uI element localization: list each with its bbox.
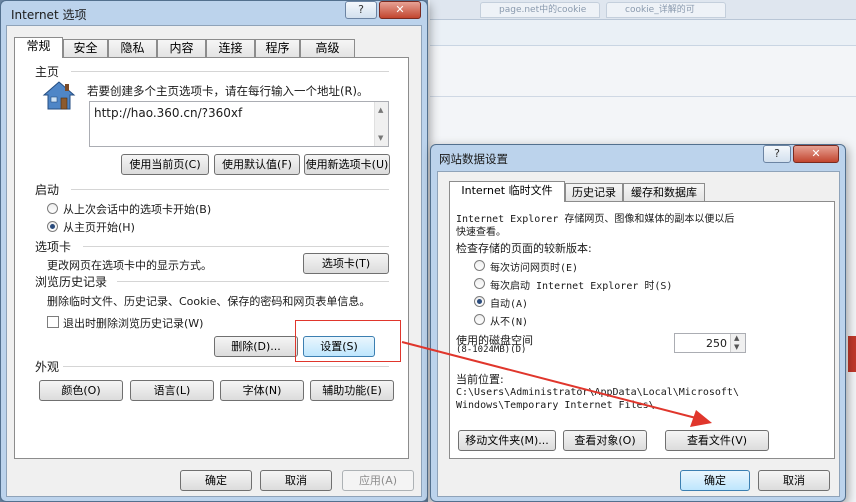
tab-general[interactable]: 常规 xyxy=(14,37,63,58)
tab-temp-files[interactable]: Internet 临时文件 xyxy=(449,181,565,202)
annotation-arrow xyxy=(401,341,712,427)
